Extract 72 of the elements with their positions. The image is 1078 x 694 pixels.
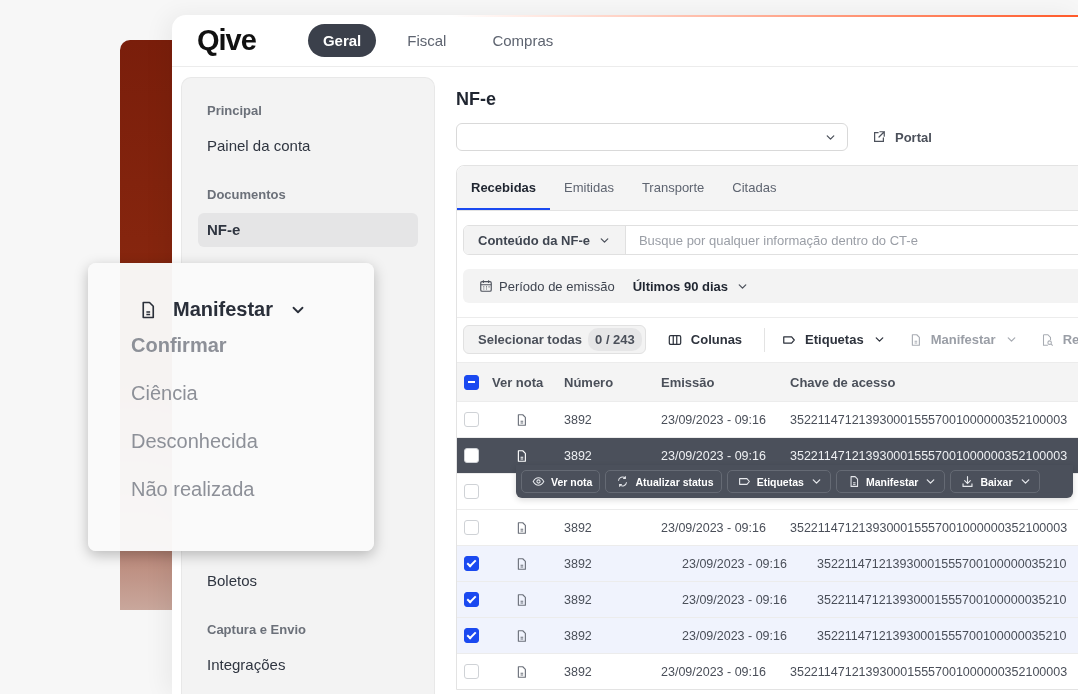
section-label: Principal	[206, 103, 263, 119]
table-cell-text: 23/09/2023 - 09:16	[661, 664, 767, 679]
document-tab[interactable]: Transporte	[627, 166, 719, 210]
page-title: NF-e	[456, 88, 497, 111]
download-icon	[961, 475, 975, 488]
row-checkbox[interactable]	[464, 628, 479, 643]
table-row[interactable]: 3892 23/09/2023 - 09:16 3522114712139300015557001000000352100003	[457, 653, 1078, 689]
sidebar-item[interactable]: Painel da conta	[198, 129, 418, 163]
row-action-button[interactable]: Ver nota	[521, 470, 601, 493]
table-cell-text: 23/09/2023 - 09:16	[681, 556, 788, 571]
nav-tab[interactable]: Geral	[307, 24, 377, 57]
select-field[interactable]	[456, 123, 848, 151]
scope-dropdown[interactable]: Conteúdo da NF-e	[464, 226, 626, 254]
table-cell-text: 352211471213930001555700100000035210	[817, 592, 1068, 607]
section-label: Documentos	[206, 187, 287, 203]
table-cell-text: 3892	[564, 412, 593, 427]
document-tab[interactable]: Emitidas	[550, 166, 628, 210]
table-cell-text: 23/09/2023 - 09:16	[661, 520, 767, 535]
table-cell-text: 3892	[564, 556, 593, 571]
nav-tab[interactable]: Compras	[477, 24, 569, 57]
table-cell-text: 3892	[564, 448, 593, 463]
table-cell-text: 23/09/2023 - 09:16	[661, 448, 767, 463]
table-cell-text: 3522114712139300015557001000000352100003	[790, 664, 1069, 679]
row-action-button[interactable]: Baixar	[950, 470, 1040, 493]
column-header[interactable]: Chave de acesso	[790, 374, 1078, 390]
count-badge: 0 / 243	[588, 328, 642, 351]
row-action-button[interactable]: Atualizar status	[605, 470, 722, 493]
columns-icon	[667, 332, 682, 347]
table-cell-text: 3892	[564, 520, 593, 535]
column-header[interactable]: Número	[564, 374, 661, 390]
table-cell-text: 3892	[564, 592, 593, 607]
filter-label: Período de emissão	[499, 278, 615, 294]
toolbar-button[interactable]: Colunas	[667, 332, 743, 347]
row-checkbox[interactable]	[464, 592, 479, 607]
table-cell-text: 3892	[564, 628, 593, 643]
sidebar-item[interactable]: Boletos	[198, 564, 418, 598]
document-tab[interactable]: Recebidas	[457, 166, 551, 210]
calendar-icon	[479, 279, 493, 293]
portal-link[interactable]: Portal	[872, 129, 932, 145]
column-header[interactable]: Ver nota	[492, 374, 564, 390]
table-cell-text: 23/09/2023 - 09:16	[681, 628, 788, 643]
section-label: Captura e Envio	[206, 622, 307, 638]
table-cell-text: 352211471213930001555700100000035210	[817, 556, 1068, 571]
sidebar-item[interactable]: NF-e	[198, 213, 418, 247]
period-dropdown[interactable]: Últimos 90 dias	[632, 278, 749, 294]
table-row[interactable]: 3892 23/09/2023 - 09:16 352211471213930001555700100000035210	[457, 545, 1078, 581]
external-link-icon	[872, 130, 886, 144]
eye-icon	[532, 475, 545, 488]
select-all-button[interactable]: Selecionar todas 0 / 243	[463, 325, 646, 354]
table-cell-text: 3522114712139300015557001000000352100003	[790, 448, 1069, 463]
logo: Qive	[197, 26, 256, 55]
row-action-button[interactable]: Etiquetas	[726, 470, 831, 493]
table-cell-text: 23/09/2023 - 09:16	[661, 412, 767, 427]
table-cell-text: 3892	[564, 664, 593, 679]
refresh-icon	[616, 475, 630, 488]
sidebar-item[interactable]: Integrações	[198, 648, 418, 682]
table-cell-text: 23/09/2023 - 09:16	[681, 592, 788, 607]
row-checkbox[interactable]	[464, 556, 479, 571]
row-action-button[interactable]: Manifestar	[835, 470, 946, 493]
search-field[interactable]: Conteúdo da NF-e Busque por qualquer informação dentro do CT-e	[463, 225, 1078, 255]
document-tab[interactable]: Citadas	[718, 166, 791, 210]
toolbar-button[interactable]: Etiquetas	[782, 332, 886, 347]
table-cell-text: 3522114712139300015557001000000352100003	[790, 520, 1069, 535]
table-cell-text: 3522114712139300015557001000000352100003	[790, 412, 1069, 427]
nav-tab[interactable]: Fiscal	[392, 24, 462, 57]
tag-icon	[737, 475, 751, 488]
column-header[interactable]: Emissão	[661, 374, 790, 390]
table-row[interactable]: 3892 23/09/2023 - 09:16 352211471213930001555700100000035210	[457, 581, 1078, 617]
select-all-checkbox[interactable]	[464, 374, 479, 390]
menu-title: Manifestar	[173, 298, 274, 321]
table-row[interactable]: 3892 23/09/2023 - 09:16 352211471213930001555700100000035210	[457, 617, 1078, 653]
table-cell-text: 352211471213930001555700100000035210	[817, 628, 1068, 643]
